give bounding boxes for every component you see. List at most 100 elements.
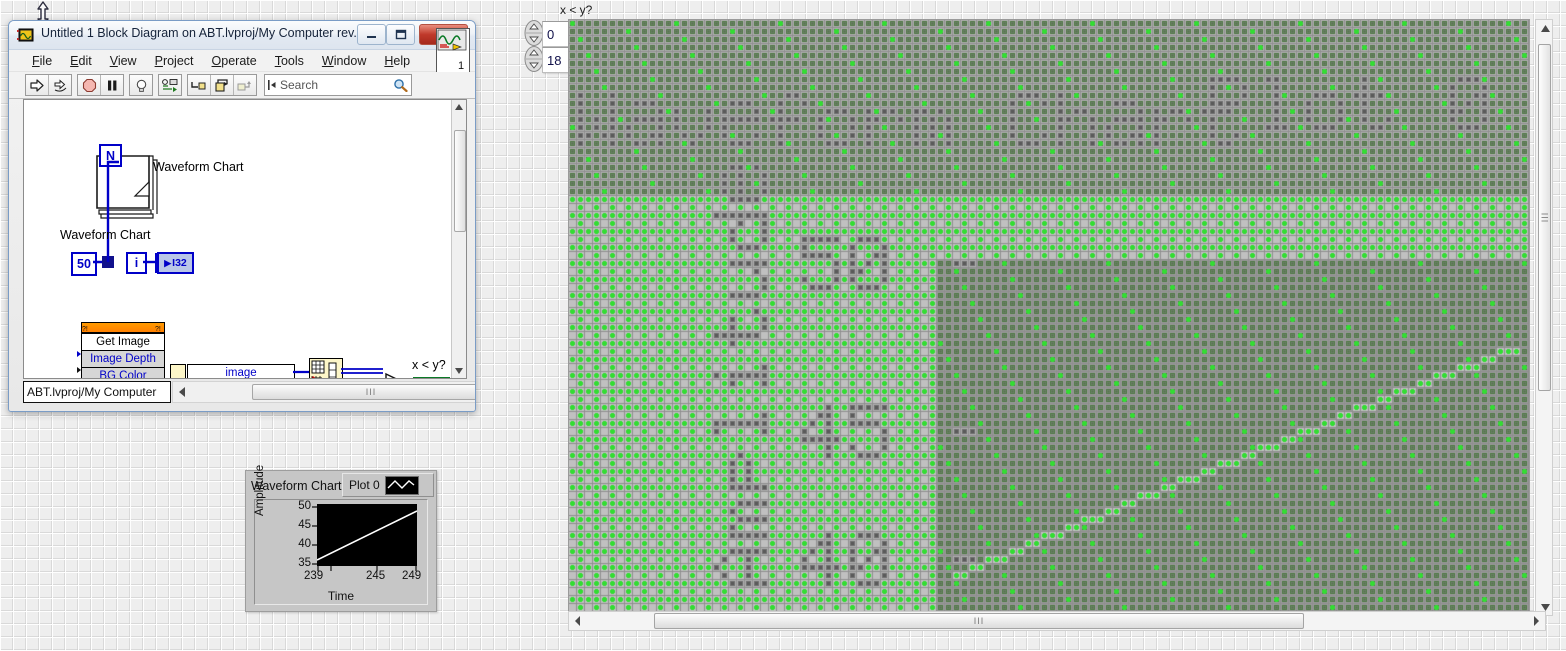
menu-item-edit[interactable]: Edit bbox=[61, 51, 101, 71]
labview-block-diagram-icon bbox=[17, 28, 34, 42]
scroll-left-icon[interactable] bbox=[176, 386, 190, 398]
scroll-left-icon[interactable] bbox=[572, 615, 584, 627]
canvas-scroll-thumb[interactable] bbox=[454, 130, 466, 232]
svg-text:?!: ?! bbox=[82, 326, 88, 332]
menu-bar[interactable]: FFileile Edit View Project Operate Tools… bbox=[9, 28, 475, 74]
property-node-caption: Waveform Chart bbox=[60, 228, 151, 242]
image-subset-node[interactable] bbox=[309, 358, 343, 378]
abort-button[interactable] bbox=[78, 75, 101, 95]
image-vertical-scrollbar[interactable]: III bbox=[1535, 19, 1553, 616]
less-than-function[interactable]: < bbox=[384, 372, 414, 379]
window-titlebar[interactable]: Untitled 1 Block Diagram on ABT.lvproj/M… bbox=[9, 21, 475, 50]
property-node[interactable]: ?! ?! Get Image Image Depth BG Color Ima… bbox=[81, 322, 165, 378]
pause-button[interactable] bbox=[101, 75, 123, 95]
property-row-bg-color[interactable]: BG Color bbox=[82, 367, 164, 378]
highlight-execution-button[interactable] bbox=[130, 75, 152, 95]
property-node-glyph-right: ?! bbox=[155, 326, 161, 332]
menu-item-project[interactable]: Project bbox=[146, 51, 203, 71]
diagram-objects: N i 50 1 Waveform Chart ▶I32 bbox=[24, 100, 466, 378]
run-arrow-icon bbox=[30, 78, 44, 92]
step-over-icon bbox=[215, 78, 228, 92]
y-offset-spinner[interactable] bbox=[524, 46, 544, 72]
scroll-down-icon bbox=[1540, 603, 1550, 611]
chart-canvas[interactable] bbox=[316, 504, 418, 566]
unbundle-elements: image Rectangle.right Rectangle.bottom bbox=[187, 364, 295, 378]
pixel-grid bbox=[569, 20, 1529, 615]
canvas-hscroll-thumb[interactable]: III bbox=[252, 384, 475, 400]
search-input[interactable]: Search bbox=[264, 74, 412, 96]
chart-indicator-terminal[interactable]: ▶ I32 bbox=[157, 252, 194, 274]
run-continuous-icon bbox=[54, 78, 66, 92]
minimize-icon bbox=[366, 35, 376, 38]
toolbar[interactable]: Search bbox=[9, 72, 475, 99]
front-panel-waveform-chart[interactable]: Waveform Chart Plot 0 Amplitude 50 45 40… bbox=[245, 465, 437, 612]
block-diagram-window[interactable]: Untitled 1 Block Diagram on ABT.lvproj/M… bbox=[8, 20, 476, 412]
boolean-label: x < y? bbox=[560, 3, 593, 17]
search-anchor-icon bbox=[268, 80, 276, 90]
y-tick-35: 35 bbox=[298, 557, 311, 569]
run-button[interactable] bbox=[26, 75, 49, 95]
menu-item-tools[interactable]: Tools bbox=[266, 51, 313, 71]
svg-text:?!: ?! bbox=[155, 326, 161, 332]
boolean-indicator-caption: x < y? bbox=[412, 358, 446, 372]
retain-wire-values-button[interactable] bbox=[159, 75, 181, 95]
retain-wire-values-icon bbox=[162, 78, 178, 92]
y-tick-45: 45 bbox=[298, 519, 311, 531]
x-tick-249: 249 bbox=[402, 570, 422, 582]
scroll-down-button[interactable] bbox=[452, 364, 466, 378]
maximize-button[interactable] bbox=[386, 24, 415, 45]
x-offset-spinner[interactable] bbox=[524, 20, 544, 46]
property-node-method[interactable]: Get Image bbox=[82, 333, 164, 350]
chart-terminal-caption: Waveform Chart bbox=[153, 160, 244, 174]
unbundle-row-image[interactable]: image bbox=[188, 365, 294, 378]
magnified-pixel-canvas[interactable] bbox=[568, 19, 1530, 616]
minimize-button[interactable] bbox=[357, 24, 386, 45]
block-diagram-canvas[interactable]: N i 50 1 Waveform Chart ▶I32 bbox=[23, 99, 467, 379]
chart-plot-area[interactable]: Amplitude 50 45 40 35 239 245 249 Time bbox=[254, 465, 428, 605]
debug-highlight-group bbox=[129, 74, 153, 96]
canvas-horizontal-scrollbar[interactable]: III bbox=[172, 381, 475, 403]
unbundle-cluster-node[interactable] bbox=[170, 364, 186, 378]
menu-item-window[interactable]: Window bbox=[313, 51, 375, 71]
property-node-input-arrows bbox=[77, 351, 81, 373]
property-node-glyph-left: ?! bbox=[82, 326, 88, 332]
menu-item-help[interactable]: Help bbox=[375, 51, 419, 71]
status-bar: ABT.lvproj/My Computer III bbox=[23, 381, 475, 403]
image-viewer-panel[interactable]: x < y? 0 18 III III bbox=[520, 0, 1566, 651]
step-into-button[interactable] bbox=[188, 75, 211, 95]
vi-icon[interactable]: 1 bbox=[436, 28, 470, 74]
step-over-button[interactable] bbox=[211, 75, 234, 95]
lightbulb-icon bbox=[136, 79, 146, 92]
boolean-indicator-terminal[interactable]: ▶TF bbox=[413, 377, 450, 378]
property-node-header: ?! ?! bbox=[82, 323, 164, 333]
run-controls-group bbox=[25, 74, 72, 96]
image-vscroll-thumb[interactable]: III bbox=[1538, 44, 1551, 391]
image-scroll-up-button[interactable] bbox=[1538, 21, 1552, 35]
step-out-icon bbox=[237, 80, 251, 90]
x-axis-label: Time bbox=[327, 589, 355, 603]
magnifier-icon[interactable] bbox=[393, 78, 408, 92]
chart-legend[interactable]: Plot 0 bbox=[342, 473, 434, 497]
scroll-up-icon bbox=[455, 104, 463, 110]
scroll-up-icon bbox=[1540, 24, 1550, 32]
step-out-button[interactable] bbox=[234, 75, 256, 95]
svg-text:1: 1 bbox=[458, 60, 464, 71]
y-axis-label: Amplitude bbox=[254, 464, 266, 516]
menu-item-file[interactable]: FFileile bbox=[23, 51, 61, 71]
window-title: Untitled 1 Block Diagram on ABT.lvproj/M… bbox=[41, 26, 371, 40]
menu-item-operate[interactable]: Operate bbox=[203, 51, 266, 71]
maximize-icon bbox=[395, 29, 406, 40]
canvas-vertical-scrollbar[interactable] bbox=[451, 100, 466, 378]
plot-0-line bbox=[316, 510, 418, 561]
legend-plot-name: Plot 0 bbox=[349, 478, 380, 492]
step-into-icon bbox=[191, 81, 206, 89]
run-continuously-button[interactable] bbox=[49, 75, 71, 95]
property-row-image-depth[interactable]: Image Depth bbox=[82, 350, 164, 367]
image-hscroll-thumb[interactable]: III bbox=[654, 613, 1304, 629]
y-tick-40: 40 bbox=[298, 538, 311, 550]
waveform-line-icon[interactable] bbox=[384, 475, 419, 495]
menu-item-view[interactable]: View bbox=[101, 51, 146, 71]
scroll-up-button[interactable] bbox=[452, 100, 466, 114]
scroll-right-icon[interactable] bbox=[1530, 615, 1542, 627]
image-horizontal-scrollbar[interactable]: III bbox=[568, 611, 1546, 631]
